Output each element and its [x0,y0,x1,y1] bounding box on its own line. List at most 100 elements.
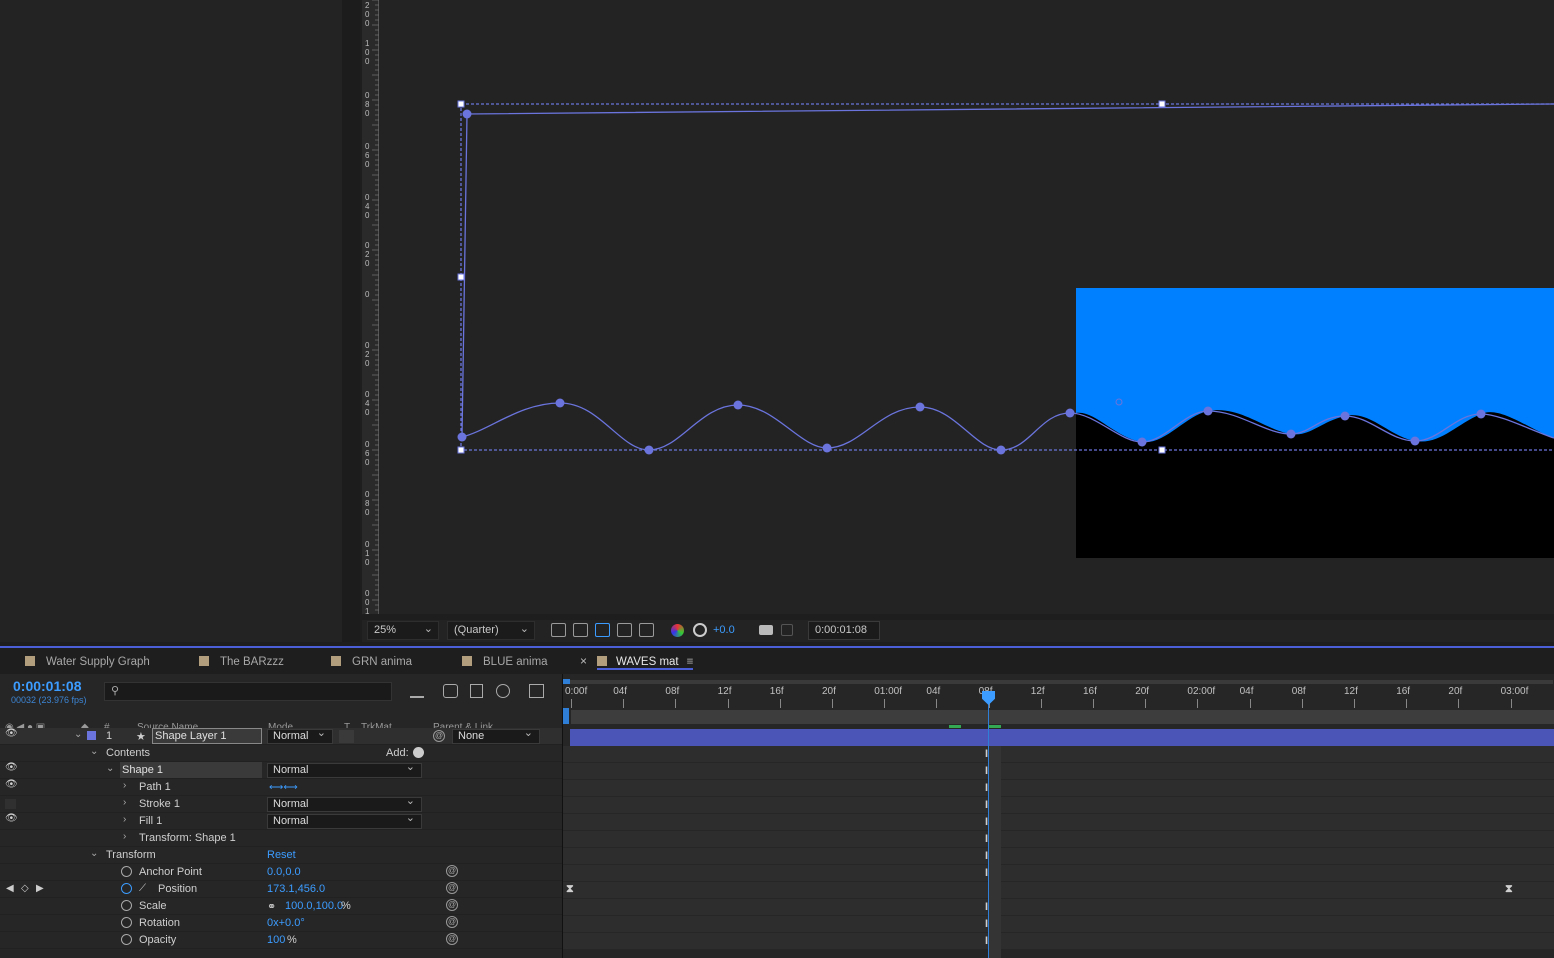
graph-icon[interactable]: ⟋ [139,883,146,894]
track-row[interactable] [563,933,1554,950]
search-input[interactable]: ⚲ [104,682,392,701]
rotation-value[interactable]: 0x+0.0° [267,917,305,929]
path-vertex[interactable] [555,398,565,408]
channel-icon[interactable] [671,624,684,637]
current-time-display[interactable]: 0:00:01:08 [13,678,82,694]
comp-mini-flowchart-icon[interactable] [410,684,424,698]
tab-menu-icon[interactable]: ≡ [687,656,694,668]
position-value[interactable]: 173.1,456.0 [267,883,325,895]
stopwatch-icon[interactable] [121,900,132,911]
scale-row[interactable]: Scale ⚭ 100.0,100.0 % @ [0,898,562,915]
draft-3d-icon[interactable] [443,684,458,698]
timeline-graph-panel[interactable]: 0:00f 04f 08f 12f 16f 20f 01:00f 04f 08f 12f 16f 20… [562,674,1554,958]
zoom-dropdown[interactable]: 25% ⌄ [367,621,439,640]
path-vertex[interactable] [1137,437,1147,447]
anchor-point-row[interactable]: Anchor Point 0.0,0.0 @ [0,864,562,881]
handle-bl[interactable] [457,446,465,454]
reset-link[interactable]: Reset [267,849,296,861]
handle-ml[interactable] [457,273,465,281]
prev-keyframe-icon[interactable]: ◀ [6,883,14,894]
stopwatch-active-icon[interactable] [121,883,132,894]
track-row[interactable] [563,899,1554,916]
path-vertex[interactable] [1340,411,1350,421]
region-of-interest-icon[interactable] [617,623,632,637]
stroke-mode-dropdown[interactable]: Normal [267,795,422,812]
path-direction-icon[interactable]: ⟷⟷ [269,782,298,793]
chevron-down-icon[interactable]: ⌄ [74,729,82,740]
grid-guides-icon[interactable] [639,623,654,637]
composition-viewer[interactable] [379,0,1554,614]
path-vertex[interactable] [462,109,472,119]
exposure-value[interactable]: +0.0 [713,624,735,636]
handle-tl[interactable] [457,100,465,108]
fill-row[interactable]: 👁 › Fill 1 Normal [0,812,562,830]
path-vertex[interactable] [915,402,925,412]
work-area-bar[interactable] [571,710,1554,724]
path-vertex[interactable] [1410,436,1420,446]
track-row[interactable] [563,848,1554,865]
chevron-right-icon[interactable]: › [123,831,126,842]
path-vertex[interactable] [1065,408,1075,418]
expression-pickwhip-icon[interactable]: @ [446,933,458,945]
expression-pickwhip-icon[interactable]: @ [446,882,458,894]
chevron-right-icon[interactable]: › [123,814,126,825]
next-keyframe-icon[interactable]: ▶ [36,883,44,894]
playhead-line[interactable] [988,692,989,958]
contents-row[interactable]: ⌄ Contents Add: [0,745,562,762]
path-vertex[interactable] [457,432,467,442]
panel-divider[interactable] [342,0,360,642]
trkmat-toggle[interactable] [339,730,354,743]
tab-waves-mat[interactable]: WAVES mat ≡ [597,654,694,670]
add-keyframe-icon[interactable]: ◇ [21,883,29,894]
chevron-down-icon[interactable]: ⌄ [90,746,98,757]
track-row[interactable] [563,865,1554,882]
chevron-right-icon[interactable]: › [123,797,126,808]
constrain-proportions-icon[interactable]: ⚭ [267,900,276,913]
eye-icon[interactable]: 👁 [5,762,18,773]
track-row[interactable] [563,814,1554,831]
add-arrow-icon[interactable] [413,747,424,758]
handle-bc[interactable] [1158,446,1166,454]
stopwatch-icon[interactable] [121,866,132,877]
scale-value[interactable]: 100.0,100.0 [285,900,343,912]
path-row[interactable]: 👁 › Path 1 ⟷⟷ [0,779,562,796]
layer-row[interactable]: 👁 ⌄ 1 ★ Shape Layer 1 Normal @ None [0,727,562,745]
path-vertex[interactable] [733,400,743,410]
eye-off-box[interactable] [5,799,16,809]
stroke-row[interactable]: › Stroke 1 Normal [0,795,562,813]
chevron-right-icon[interactable]: › [123,780,126,791]
expression-pickwhip-icon[interactable]: @ [446,916,458,928]
layer-mode-dropdown[interactable]: Normal [267,727,333,744]
resolution-dropdown[interactable]: (Quarter) ⌄ [447,621,535,640]
show-snapshot-icon[interactable] [781,624,793,636]
work-area-start[interactable] [563,708,569,724]
shape-group-row[interactable]: 👁 ⌄ Shape 1 Normal [0,761,562,779]
mask-visibility-icon[interactable] [595,623,610,637]
path-vertex[interactable] [1286,429,1296,439]
handle-tc[interactable] [1158,100,1166,108]
track-row[interactable] [563,882,1554,899]
path-vertex[interactable] [1476,409,1486,419]
track-row[interactable] [563,797,1554,814]
snapshot-camera-icon[interactable] [759,625,773,635]
anchor-point-value[interactable]: 0.0,0.0 [267,866,301,878]
parent-dropdown[interactable]: None [452,727,540,744]
chevron-down-icon[interactable]: ⌄ [106,763,114,774]
stopwatch-icon[interactable] [121,917,132,928]
track-row[interactable] [563,916,1554,933]
eye-icon[interactable]: 👁 [5,779,18,790]
transform-shape-row[interactable]: › Transform: Shape 1 [0,830,562,847]
path-vertex[interactable] [822,443,832,453]
position-row[interactable]: ◀ ◇ ▶ ⟋ Position 173.1,456.0 @ [0,881,562,898]
shy-layers-icon[interactable] [470,684,483,698]
path-vertex[interactable] [996,445,1006,455]
frame-blending-icon[interactable] [496,684,510,698]
fill-mode-dropdown[interactable]: Normal [267,812,422,829]
chevron-down-icon[interactable]: ⌄ [90,848,98,859]
expression-pickwhip-icon[interactable]: @ [446,899,458,911]
eye-icon[interactable]: 👁 [5,728,18,739]
tab-blue-anima[interactable]: BLUE anima [462,654,548,670]
pickwhip-icon[interactable]: @ [433,730,445,742]
reset-exposure-icon[interactable] [693,623,707,637]
expression-pickwhip-icon[interactable]: @ [446,865,458,877]
